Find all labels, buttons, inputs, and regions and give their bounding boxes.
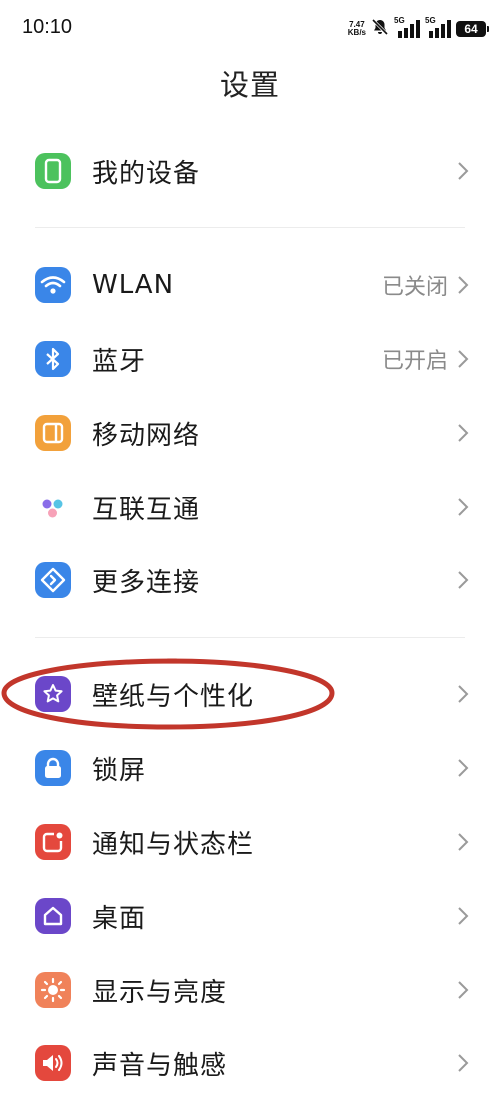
chevron-right-icon — [458, 1054, 469, 1072]
sound-icon — [35, 1045, 71, 1081]
wifi-icon — [35, 267, 71, 303]
sim2-signal-icon: 5G — [425, 16, 451, 38]
sim2-network-type: 5G — [425, 16, 436, 25]
setting-item-lock-screen[interactable]: 锁屏 — [0, 740, 500, 796]
setting-item-label: 声音与触感 — [92, 1050, 228, 1081]
setting-item-my-device[interactable]: 我的设备 — [0, 143, 500, 199]
chevron-right-icon — [458, 833, 469, 851]
setting-item-label: 蓝牙 — [92, 346, 147, 377]
battery-level: 64 — [464, 22, 478, 36]
network-speed: 7.47 KB/s — [348, 21, 366, 37]
setting-item-display[interactable]: 显示与亮度 — [0, 962, 500, 1018]
lock-icon — [35, 750, 71, 786]
setting-item-label: 锁屏 — [92, 755, 147, 786]
setting-item-label: 显示与亮度 — [92, 977, 228, 1008]
bluetooth-icon — [35, 341, 71, 377]
sim1-signal-icon: 5G — [394, 16, 420, 38]
status-icons: 7.47 KB/s 5G 5G 64 — [348, 16, 489, 40]
device-icon — [35, 153, 71, 189]
setting-item-label: 桌面 — [92, 903, 147, 934]
mobile-network-icon — [35, 415, 71, 451]
setting-item-wallpaper[interactable]: 壁纸与个性化 — [0, 666, 500, 722]
notification-icon — [35, 824, 71, 860]
setting-item-value: 已开启 — [381, 349, 448, 374]
chevron-right-icon — [458, 424, 469, 442]
status-time: 10:10 — [22, 16, 73, 38]
wallpaper-icon — [35, 676, 71, 712]
setting-item-label: 通知与状态栏 — [92, 829, 255, 860]
chevron-right-icon — [458, 162, 469, 180]
network-speed-unit: KB/s — [347, 28, 366, 37]
setting-item-sound[interactable]: 声音与触感 — [0, 1035, 500, 1091]
chevron-right-icon — [458, 571, 469, 589]
chevron-right-icon — [458, 685, 469, 703]
sim1-network-type: 5G — [394, 16, 405, 25]
interconnect-icon — [35, 489, 71, 525]
setting-item-notifications[interactable]: 通知与状态栏 — [0, 814, 500, 870]
battery-icon: 64 — [456, 21, 489, 37]
setting-item-label: 我的设备 — [92, 158, 201, 189]
setting-item-interconnect[interactable]: 互联互通 — [0, 479, 500, 535]
setting-item-desktop[interactable]: 桌面 — [0, 888, 500, 944]
setting-item-mobile-network[interactable]: 移动网络 — [0, 405, 500, 461]
chevron-right-icon — [458, 350, 469, 368]
chevron-right-icon — [458, 759, 469, 777]
setting-item-label: 移动网络 — [92, 420, 201, 451]
silent-mode-icon — [371, 18, 389, 40]
setting-item-label: 壁纸与个性化 — [92, 681, 255, 712]
setting-item-bluetooth[interactable]: 蓝牙 已开启 — [0, 331, 500, 387]
setting-item-wlan[interactable]: WLAN 已关闭 — [0, 257, 500, 313]
more-connections-icon — [35, 562, 71, 598]
setting-item-label: 互联互通 — [92, 494, 201, 525]
setting-item-value: 已关闭 — [381, 275, 448, 300]
setting-item-label: 更多连接 — [92, 567, 201, 598]
chevron-right-icon — [458, 498, 469, 516]
display-icon — [35, 972, 71, 1008]
setting-item-more-connections[interactable]: 更多连接 — [0, 552, 500, 608]
group-divider — [35, 227, 465, 228]
chevron-right-icon — [458, 276, 469, 294]
chevron-right-icon — [458, 981, 469, 999]
setting-item-label: WLAN — [92, 270, 175, 300]
page-title: 设置 — [219, 68, 280, 102]
home-icon — [35, 898, 71, 934]
chevron-right-icon — [458, 907, 469, 925]
status-bar: 10:10 7.47 KB/s 5G 5G 64 — [0, 0, 500, 58]
group-divider — [35, 637, 465, 638]
